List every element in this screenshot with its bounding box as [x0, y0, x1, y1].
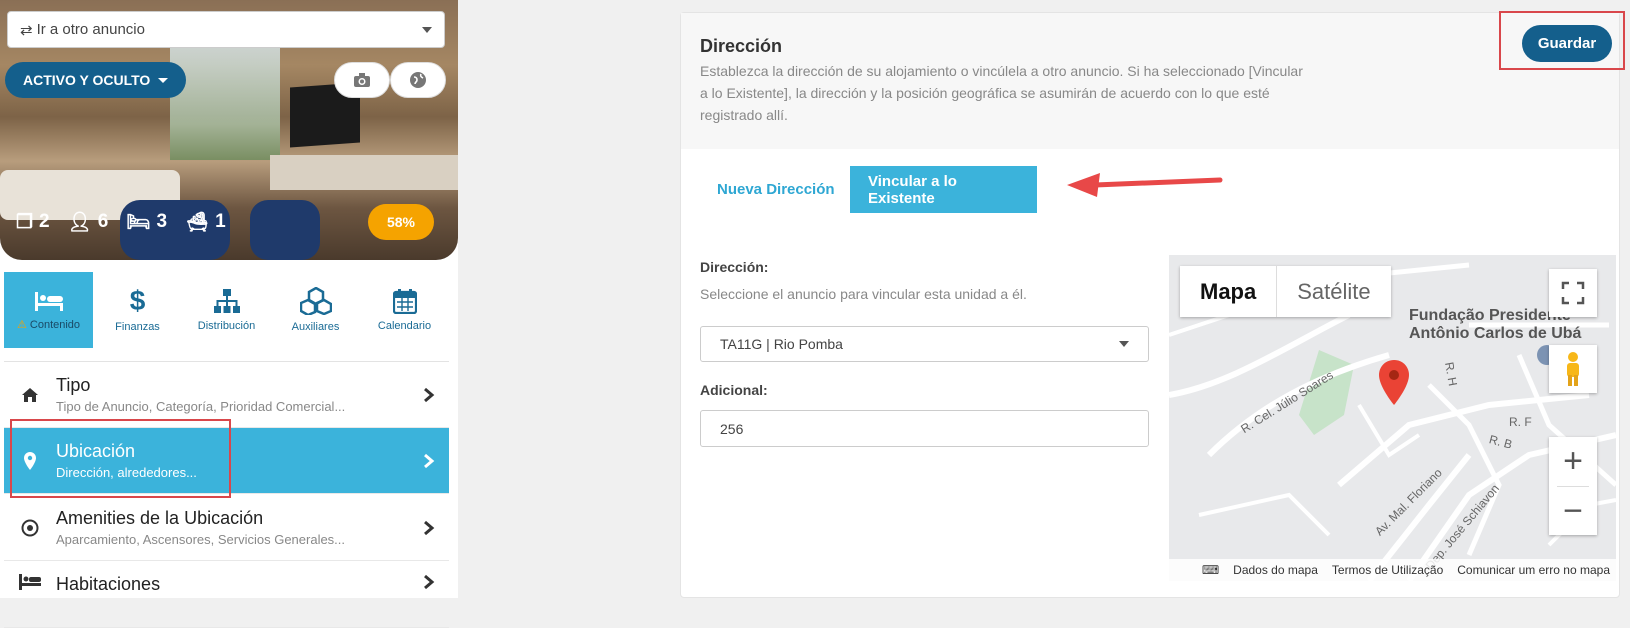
chevron-down-icon — [422, 26, 432, 33]
menu-item-amenities[interactable]: Amenities de la Ubicación Aparcamiento, … — [4, 495, 449, 561]
fullscreen-icon — [1561, 281, 1585, 305]
chevron-right-icon — [424, 387, 435, 402]
globe-button[interactable] — [390, 62, 446, 98]
listing-photo: ⇄ Ir a otro anuncio ACTIVO Y OCULTO ❒ 2 👤… — [0, 0, 458, 260]
home-icon — [22, 387, 38, 402]
menu-item-ubicacion[interactable]: Ubicación Dirección, alrededores... — [4, 428, 449, 494]
pegman-icon — [1567, 352, 1579, 386]
nav-finanzas[interactable]: $ Finanzas — [93, 272, 182, 348]
chevron-down-icon — [1119, 341, 1129, 347]
globe-icon — [410, 72, 426, 88]
warning-icon: ⚠ — [16, 318, 27, 331]
cube-icon: ❒ — [16, 211, 34, 233]
nav-contenido[interactable]: ⚠ Contenido — [4, 272, 93, 348]
tab-new-address[interactable]: Nueva Dirección — [699, 166, 853, 213]
goto-listing-label: Ir a otro anuncio — [36, 21, 145, 38]
chevron-right-icon — [424, 453, 435, 468]
swap-icon: ⇄ — [20, 21, 33, 39]
additional-input[interactable]: 256 — [700, 410, 1149, 447]
tab-link-existing[interactable]: Vincular a lo Existente — [850, 166, 1037, 213]
annotation-arrow — [1067, 173, 1223, 197]
status-dropdown-button[interactable]: ACTIVO Y OCULTO — [5, 62, 187, 98]
additional-label: Adicional: — [700, 382, 768, 398]
keyboard-icon[interactable]: ⌨ — [1202, 563, 1219, 577]
user-icon: 👤︎ — [67, 212, 92, 233]
chevron-right-icon — [424, 574, 435, 590]
cubes-icon — [299, 287, 332, 315]
map-data-link[interactable]: Dados do mapa — [1233, 563, 1318, 577]
zoom-out-button[interactable]: − — [1549, 487, 1597, 536]
section-nav: ⚠ Contenido $ Finanzas Distribución Auxi… — [4, 272, 449, 348]
bed-icon: 🛏︎ — [126, 212, 151, 233]
menu-item-habitaciones[interactable]: Habitaciones — [4, 562, 449, 628]
dollar-icon: $ — [129, 285, 146, 316]
chevron-right-icon — [424, 520, 435, 535]
zoom-control: + − — [1549, 437, 1597, 535]
completion-badge: 58% — [368, 204, 434, 240]
chevron-down-icon — [158, 77, 169, 83]
bed-icon — [19, 574, 41, 590]
photos-button[interactable] — [334, 62, 390, 98]
nav-distribucion[interactable]: Distribución — [182, 272, 271, 348]
address-card: Dirección Establezca la dirección de su … — [680, 12, 1620, 598]
street-view-button[interactable] — [1549, 345, 1597, 393]
address-label: Dirección: — [700, 259, 769, 275]
menu-item-tipo[interactable]: Tipo Tipo de Anuncio, Categoría, Priorid… — [4, 362, 449, 428]
bath-icon: 🛁︎ — [185, 212, 210, 233]
save-button[interactable]: Guardar — [1522, 25, 1612, 62]
map-type-control: Mapa Satélite — [1180, 266, 1391, 317]
dot-circle-icon — [21, 519, 39, 536]
map-tab-mapa[interactable]: Mapa — [1180, 266, 1276, 317]
map-terms-link[interactable]: Termos de Utilização — [1332, 563, 1443, 577]
calendar-icon — [392, 289, 417, 314]
fullscreen-button[interactable] — [1549, 269, 1597, 317]
map-pin — [1379, 360, 1409, 405]
map-marker-icon — [24, 451, 36, 470]
listing-stats: ❒ 2 👤︎ 6 🛏︎ 3 🛁︎ 1 — [16, 211, 226, 233]
card-description: Establezca la dirección de su alojamient… — [700, 63, 1303, 123]
address-help: Seleccione el anuncio para vincular esta… — [700, 286, 1027, 302]
camera-icon — [354, 73, 370, 87]
goto-listing-select[interactable]: ⇄ Ir a otro anuncio — [7, 11, 445, 48]
nav-auxiliares[interactable]: Auxiliares — [271, 272, 360, 348]
map-footer: ⌨ Dados do mapa Termos de Utilização Com… — [1169, 559, 1616, 581]
linked-listing-select[interactable]: TA11G | Rio Pomba — [700, 326, 1149, 362]
sitemap-icon — [213, 289, 240, 313]
map[interactable]: Fundação Presidente Antônio Carlos de Ub… — [1169, 255, 1616, 581]
map-tab-satelite[interactable]: Satélite — [1276, 266, 1390, 317]
nav-calendario[interactable]: Calendario — [360, 272, 449, 348]
bed-icon — [34, 291, 63, 311]
sidebar: ⇄ Ir a otro anuncio ACTIVO Y OCULTO ❒ 2 👤… — [0, 0, 458, 628]
zoom-in-button[interactable]: + — [1549, 437, 1597, 486]
map-report-link[interactable]: Comunicar um erro no mapa — [1457, 563, 1610, 577]
card-title: Dirección — [700, 36, 783, 56]
